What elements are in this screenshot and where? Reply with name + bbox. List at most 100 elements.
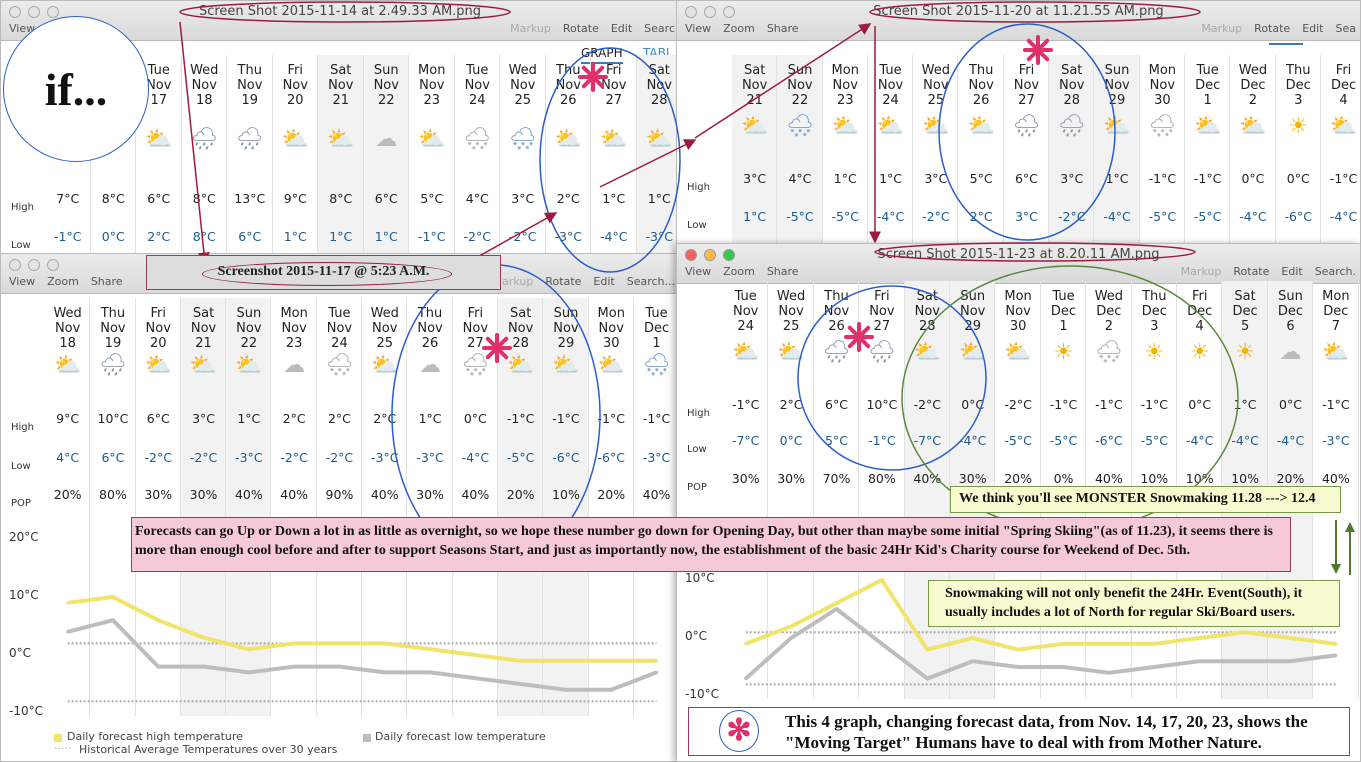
day-header-mon: Nov — [968, 78, 994, 93]
sun-cloud-snow-icon: ⛅ — [645, 127, 673, 152]
day-column: Thu Nov 19 🌧 13°C 6°C — [227, 55, 273, 255]
window-titlebar: Screen Shot 2015-11-20 at 11.21.55 AM.pn… — [677, 1, 1360, 41]
day-header: Wed Dec 2 — [1230, 63, 1275, 108]
low-temp: -1°C — [54, 229, 82, 244]
high-temperature-point — [1289, 636, 1292, 640]
low-temp: 1°C — [374, 229, 398, 244]
day-header-dow: Mon — [1148, 63, 1177, 78]
day-header: Fri Nov 27 — [591, 63, 637, 108]
day-header-dow: Mon — [831, 63, 859, 78]
low-temp: -4°C — [876, 209, 905, 224]
day-header-day: 25 — [927, 93, 945, 108]
low-temperature-point — [1198, 659, 1202, 663]
high-temperature-point — [835, 601, 838, 605]
day-column: Thu Dec 3 ☀ 0°C -6°C — [1276, 55, 1321, 244]
day-header-day: 19 — [241, 93, 259, 108]
day-header-dow: Fri — [1335, 63, 1352, 78]
high-temperature-line — [67, 595, 657, 663]
toolbar-zoom-button[interactable]: Zoom — [723, 22, 755, 35]
low-temperature-point — [428, 670, 432, 674]
sun-cloud-icon: ⛅ — [145, 127, 173, 152]
high-temperature-point — [202, 636, 206, 640]
day-column: Fri Dec 4 ⛅ -1°C -4°C — [1321, 55, 1360, 244]
day-header-mon: Dec — [1330, 78, 1357, 93]
low-temp: -5°C — [1148, 209, 1177, 224]
sun-cloud-icon: ⛅ — [281, 127, 309, 152]
sun-cloud-icon: ⛅ — [1103, 114, 1131, 139]
day-header-dow: Sun — [787, 63, 813, 78]
low-temp: 6°C — [238, 229, 262, 244]
day-column: Mon Nov 23 ⛅ 1°C -5°C — [823, 55, 868, 244]
high-temp: 6°C — [374, 191, 398, 206]
low-temp: -4°C — [1239, 209, 1267, 224]
low-temperature-point — [337, 665, 341, 669]
high-temp: 13°C — [234, 191, 266, 206]
low-temperature-point — [1016, 665, 1020, 669]
sun-cloud-icon: ⛅ — [876, 114, 905, 139]
high-temp: -1°C — [1193, 171, 1222, 186]
low-temp: -1°C — [418, 229, 446, 244]
day-header-dow: Wed — [190, 63, 219, 78]
day-header: Tue Dec 1 — [1185, 63, 1230, 108]
low-temp: -4°C — [600, 229, 628, 244]
high-temperature-point — [519, 659, 523, 663]
day-header-mon: Nov — [191, 78, 217, 93]
row-label-high: High — [11, 202, 34, 213]
legend-low-swatch — [363, 734, 371, 742]
day-header-day: 28 — [650, 93, 668, 108]
low-temp: -2°C — [463, 229, 491, 244]
day-header-mon: Nov — [419, 78, 445, 93]
day-header-dow: Wed — [1238, 63, 1268, 78]
low-temperature-line — [67, 618, 658, 692]
day-header-day: 4 — [1339, 93, 1348, 108]
toolbar-edit-button[interactable]: Edit — [1302, 22, 1323, 35]
day-header-mon: Dec — [1285, 78, 1311, 93]
toolbar-markup-button[interactable]: Markup — [510, 22, 551, 35]
high-temp: 7°C — [56, 191, 80, 206]
high-temperature-point — [1334, 642, 1338, 646]
low-temperature-point — [202, 665, 206, 669]
toolbar-rotate-button[interactable]: Rotate — [563, 22, 599, 35]
high-temp: 0°C — [1286, 171, 1310, 186]
day-header: Sat Nov 21 — [732, 63, 777, 108]
toolbar-edit-button[interactable]: Edit — [611, 22, 632, 35]
y-axis-tick-label: -10°C — [9, 704, 43, 718]
low-temperature-point — [1243, 659, 1247, 663]
day-header-mon: Nov — [877, 78, 904, 93]
low-temp: 3°C — [1014, 209, 1038, 224]
low-temperature-point — [1289, 659, 1292, 663]
high-temperature-point — [66, 601, 70, 605]
low-temperature-point — [789, 636, 793, 640]
legend-low-label: Daily forecast low temperature — [375, 730, 546, 743]
window-screenshot-nov17: View Zoom Share Markup Rotate Edit Search... We… — [0, 253, 680, 762]
day-header-dow: Thu — [556, 63, 581, 78]
toolbar-view-button[interactable]: View — [685, 22, 711, 35]
day-header-day: 24 — [882, 93, 899, 108]
toolbar-markup-button[interactable]: Markup — [1201, 22, 1242, 35]
high-temp: -1°C — [1148, 171, 1177, 186]
high-temperature-point — [789, 624, 793, 628]
low-temp: -4°C — [1103, 209, 1131, 224]
toolbar-share-button[interactable]: Share — [767, 22, 799, 35]
toolbar-searc-button[interactable]: Searc — [644, 22, 675, 35]
high-temperature-point — [1152, 642, 1156, 646]
low-temp: 1°C — [283, 229, 307, 244]
day-header-dow: Sat — [743, 63, 766, 78]
high-temp: 3°C — [743, 171, 767, 186]
toolbar-rotate-button[interactable]: Rotate — [1254, 22, 1290, 35]
day-header: Thu Nov 19 — [227, 63, 273, 108]
sun-cloud-icon: ⛅ — [418, 127, 446, 152]
cloud-icon: ☁ — [375, 127, 398, 152]
day-header-dow: Sat — [648, 63, 670, 78]
day-header: Mon Nov 23 — [823, 63, 868, 108]
high-temperature-point — [1198, 636, 1202, 640]
day-column: Wed Nov 25 🌨 3°C -2°C — [500, 55, 546, 255]
row-label-high: High — [687, 182, 710, 193]
row-label-low: Low — [687, 220, 707, 231]
high-temperature-point — [880, 578, 884, 582]
sun-cloud-snow-icon: ⛅ — [554, 127, 582, 152]
day-header-dow: Sun — [373, 63, 399, 78]
day-column: Thu Nov 26 ⛅ 2°C -3°C — [546, 55, 591, 255]
day-column: Sat Nov 21 ⛅ 8°C 1°C — [318, 55, 364, 255]
toolbar-sea-button[interactable]: Sea — [1336, 22, 1357, 35]
